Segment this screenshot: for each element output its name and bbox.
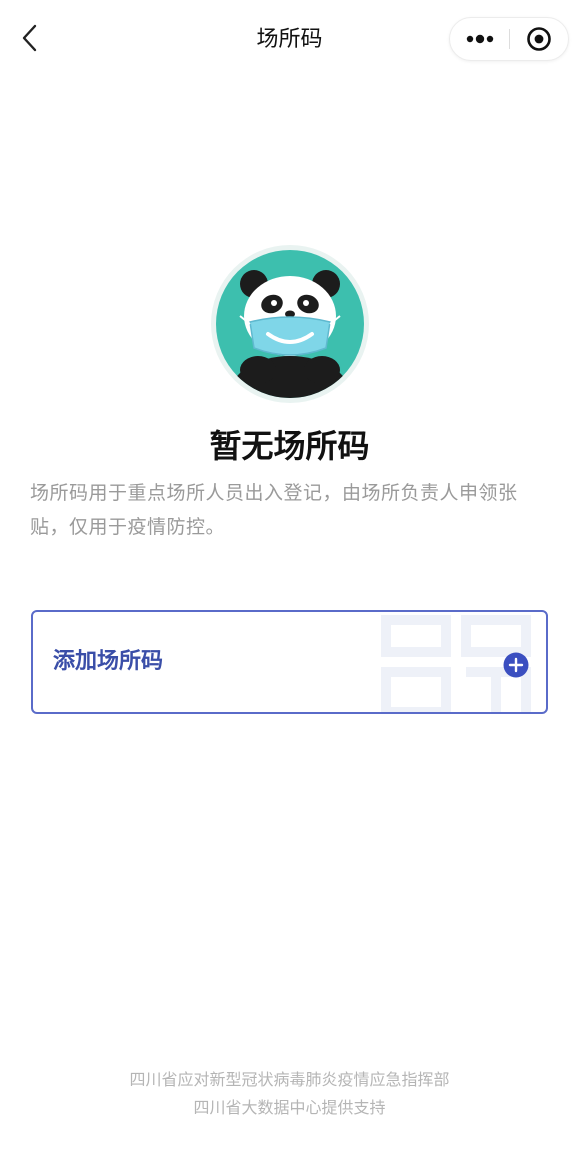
venue-code-page: 场所码 暂无场所码 场所码用于重点场所人员出入登记，由场所负责人申领张贴，仅用于… xyxy=(0,0,579,1149)
add-venue-code-button[interactable]: 添加场所码 xyxy=(31,610,548,714)
masked-panda-icon xyxy=(211,245,369,403)
more-dots-icon xyxy=(466,34,494,44)
mini-program-capsule xyxy=(449,17,569,61)
add-venue-code-label: 添加场所码 xyxy=(53,649,164,674)
empty-state-title: 暂无场所码 xyxy=(209,427,370,465)
close-button[interactable] xyxy=(510,18,568,60)
footer-organization: 四川省应对新型冠状病毒肺炎疫情应急指挥部 xyxy=(129,1070,450,1089)
footer: 四川省应对新型冠状病毒肺炎疫情应急指挥部 四川省大数据中心提供支持 xyxy=(0,1066,579,1122)
footer-support: 四川省大数据中心提供支持 xyxy=(193,1098,386,1117)
empty-state-description: 场所码用于重点场所人员出入登记，由场所负责人申领张贴，仅用于疫情防控。 xyxy=(30,482,518,538)
plus-circle-icon[interactable] xyxy=(503,652,529,678)
navigation-bar: 场所码 xyxy=(0,0,579,80)
more-button[interactable] xyxy=(450,18,510,60)
target-close-icon xyxy=(527,27,551,51)
